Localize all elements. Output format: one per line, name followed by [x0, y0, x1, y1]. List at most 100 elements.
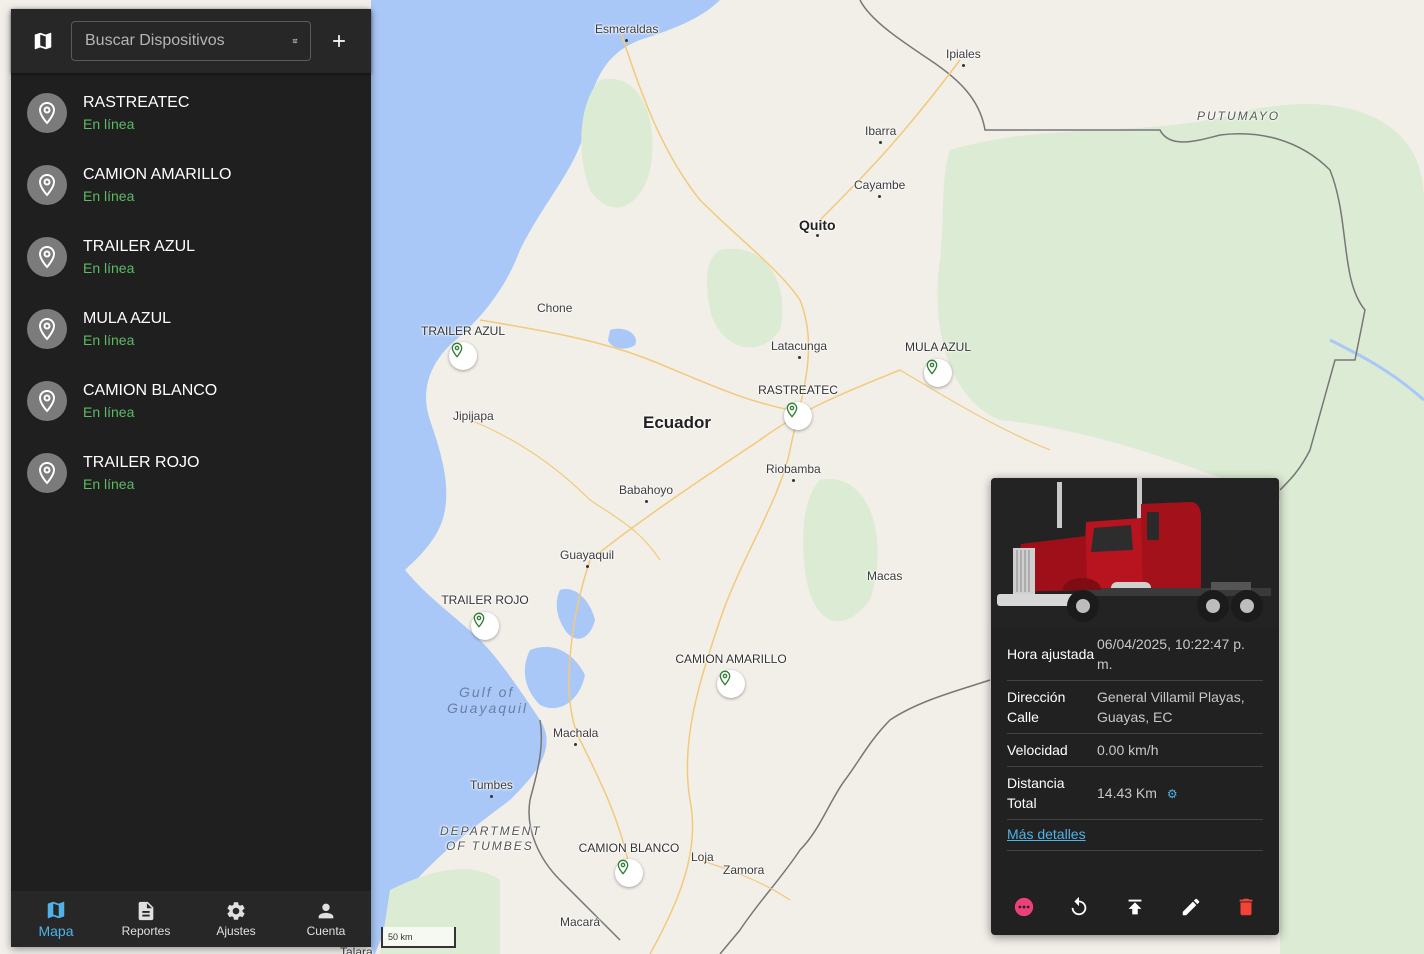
- map-marker-camion-blanco[interactable]: [615, 859, 643, 887]
- info-key: Hora ajustada: [1007, 646, 1095, 662]
- person-icon: [318, 903, 334, 919]
- info-row-hora: Hora ajustada 06/04/2025, 10:22:47 p. m.: [1007, 628, 1263, 681]
- delete-button[interactable]: [1218, 885, 1274, 929]
- marker-label-camion-blanco: CAMION BLANCO: [578, 841, 680, 855]
- location-pin-icon: [786, 402, 798, 418]
- info-value: General Villamil Playas, Guayas, EC: [1097, 689, 1245, 725]
- place-zamora: Zamora: [723, 863, 765, 877]
- location-pin-icon: [38, 389, 56, 413]
- device-status: En línea: [83, 332, 135, 348]
- device-avatar: [27, 381, 67, 421]
- place-macas: Macas: [867, 569, 903, 583]
- location-pin-icon: [617, 859, 629, 875]
- bottom-navigation: Mapa Reportes Ajustes Cuenta: [11, 891, 371, 947]
- add-device-button[interactable]: [321, 23, 357, 59]
- place-quito: Quito: [799, 217, 836, 237]
- map-marker-mula-azul[interactable]: [924, 359, 952, 387]
- document-icon: [138, 901, 154, 921]
- place-riobamba: Riobamba: [766, 462, 821, 482]
- device-avatar: [27, 237, 67, 277]
- location-pin-icon: [926, 359, 938, 375]
- device-name: MULA AZUL: [83, 310, 172, 327]
- place-department-line1: DEPARTMENT: [440, 824, 542, 838]
- place-jipijapa: Jipijapa: [453, 409, 494, 423]
- device-photo: [991, 478, 1279, 628]
- device-popup: Hora ajustada 06/04/2025, 10:22:47 p. m.…: [991, 478, 1279, 935]
- location-pin-icon: [719, 670, 731, 686]
- more-details-link[interactable]: Más detalles: [1007, 820, 1263, 851]
- device-list: RASTREATEC En línea CAMION AMARILLO En l…: [11, 73, 371, 509]
- location-pin-icon: [451, 342, 463, 358]
- nav-label: Cuenta: [306, 924, 346, 938]
- device-name: CAMION AMARILLO: [83, 166, 232, 183]
- sidebar-toolbar: [11, 9, 371, 73]
- device-status: En línea: [83, 476, 135, 492]
- device-item-camion-amarillo[interactable]: CAMION AMARILLO En línea: [11, 149, 371, 221]
- map-icon: [47, 901, 65, 919]
- marker-label-rastreatec: RASTREATEC: [758, 383, 838, 397]
- more-horizontal-icon: [1014, 897, 1033, 917]
- info-key: Dirección Calle: [1007, 689, 1066, 725]
- device-item-camion-blanco[interactable]: CAMION BLANCO En línea: [11, 365, 371, 437]
- nav-cuenta[interactable]: Cuenta: [281, 891, 371, 947]
- gear-icon: [227, 902, 245, 920]
- location-pin-icon: [473, 612, 485, 628]
- device-item-mula-azul[interactable]: MULA AZUL En línea: [11, 293, 371, 365]
- place-putumayo: PUTUMAYO: [1197, 109, 1281, 123]
- info-row-distancia: Distancia Total 14.43 Km ⚙: [1007, 767, 1263, 820]
- place-ipiales: Ipiales: [946, 47, 981, 67]
- device-avatar: [27, 165, 67, 205]
- device-status: En línea: [83, 260, 135, 276]
- nav-ajustes[interactable]: Ajustes: [191, 891, 281, 947]
- place-loja: Loja: [691, 850, 714, 864]
- place-machala: Machala: [553, 726, 599, 746]
- device-status: En línea: [83, 188, 135, 204]
- plus-icon: [333, 35, 345, 47]
- edit-button[interactable]: [1163, 885, 1219, 929]
- place-ibarra: Ibarra: [865, 124, 897, 144]
- info-value: 0.00 km/h: [1097, 742, 1159, 758]
- device-item-trailer-rojo[interactable]: TRAILER ROJO En línea: [11, 437, 371, 509]
- location-pin-icon: [38, 461, 56, 485]
- info-key: Velocidad: [1007, 742, 1068, 758]
- upload-icon: [1128, 899, 1142, 915]
- search-input[interactable]: [85, 32, 292, 50]
- gear-icon[interactable]: ⚙: [1167, 787, 1178, 801]
- place-chone: Chone: [537, 301, 573, 315]
- pencil-icon: [1182, 898, 1199, 916]
- filter-tune-icon[interactable]: [292, 31, 298, 51]
- map-toggle-button[interactable]: [27, 25, 59, 57]
- map-marker-trailer-rojo[interactable]: [471, 612, 499, 640]
- marker-label-mula-azul: MULA AZUL: [904, 340, 972, 354]
- device-avatar: [27, 453, 67, 493]
- nav-label: Mapa: [38, 923, 74, 939]
- map-marker-trailer-azul[interactable]: [449, 342, 477, 370]
- device-name: RASTREATEC: [83, 94, 190, 111]
- info-row-direccion: Dirección Calle General Villamil Playas,…: [1007, 681, 1263, 734]
- map-marker-rastreatec[interactable]: [784, 402, 812, 430]
- location-pin-icon: [38, 245, 56, 269]
- place-esmeraldas: Esmeraldas: [595, 22, 659, 42]
- nav-mapa[interactable]: Mapa: [11, 891, 101, 947]
- map-icon: [34, 32, 52, 50]
- device-item-trailer-azul[interactable]: TRAILER AZUL En línea: [11, 221, 371, 293]
- device-avatar: [27, 93, 67, 133]
- info-key: Distancia Total: [1007, 775, 1065, 811]
- location-pin-icon: [38, 173, 56, 197]
- map-marker-camion-amarillo[interactable]: [717, 670, 745, 698]
- more-actions-button[interactable]: [996, 885, 1052, 929]
- send-command-button[interactable]: [1107, 885, 1163, 929]
- device-name: TRAILER AZUL: [83, 238, 196, 255]
- device-sidebar: RASTREATEC En línea CAMION AMARILLO En l…: [11, 9, 371, 947]
- nav-reportes[interactable]: Reportes: [101, 891, 191, 947]
- replay-button[interactable]: [1052, 885, 1108, 929]
- device-avatar: [27, 309, 67, 349]
- place-macara: Macará: [560, 915, 601, 929]
- place-cayambe: Cayambe: [854, 178, 906, 198]
- device-name: TRAILER ROJO: [83, 454, 200, 471]
- place-guayaquil: Guayaquil: [560, 548, 615, 568]
- device-item-rastreatec[interactable]: RASTREATEC En línea: [11, 77, 371, 149]
- replay-icon: [1072, 896, 1087, 916]
- nav-label: Reportes: [121, 924, 171, 938]
- popup-actions: [991, 879, 1279, 935]
